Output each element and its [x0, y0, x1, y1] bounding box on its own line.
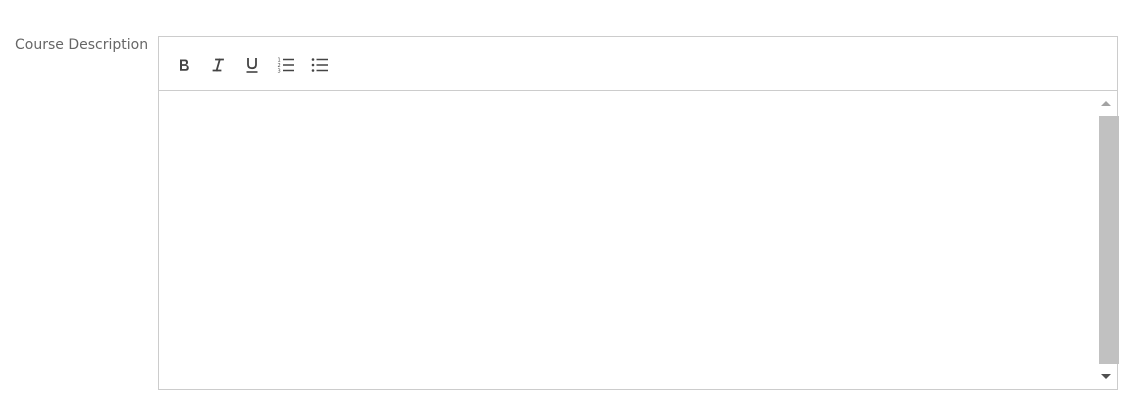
svg-text:3: 3: [278, 69, 281, 75]
course-description-input[interactable]: [171, 101, 1087, 117]
course-description-row: Course Description 1 2 3: [0, 0, 1129, 400]
editor-content-area[interactable]: [159, 91, 1119, 389]
ordered-list-button[interactable]: 1 2 3: [274, 53, 298, 77]
scroll-up-button[interactable]: [1095, 93, 1117, 113]
course-description-label: Course Description: [15, 37, 149, 53]
rich-text-editor: 1 2 3: [158, 36, 1119, 390]
italic-button[interactable]: [206, 53, 230, 77]
editor-toolbar: 1 2 3: [159, 37, 1117, 91]
unordered-list-icon: [311, 58, 328, 72]
scroll-down-button[interactable]: [1095, 367, 1117, 387]
unordered-list-button[interactable]: [308, 53, 332, 77]
underline-button[interactable]: [240, 53, 264, 77]
bold-button[interactable]: [172, 53, 196, 77]
editor-scrollbar[interactable]: [1095, 91, 1119, 389]
ordered-list-icon: 1 2 3: [278, 58, 294, 75]
bold-icon: [180, 59, 189, 71]
italic-icon: [212, 58, 224, 72]
scroll-thumb[interactable]: [1099, 116, 1119, 364]
scroll-up-arrow-icon: [1101, 101, 1111, 106]
scroll-down-arrow-icon: [1101, 374, 1111, 379]
underline-icon: [246, 58, 258, 73]
